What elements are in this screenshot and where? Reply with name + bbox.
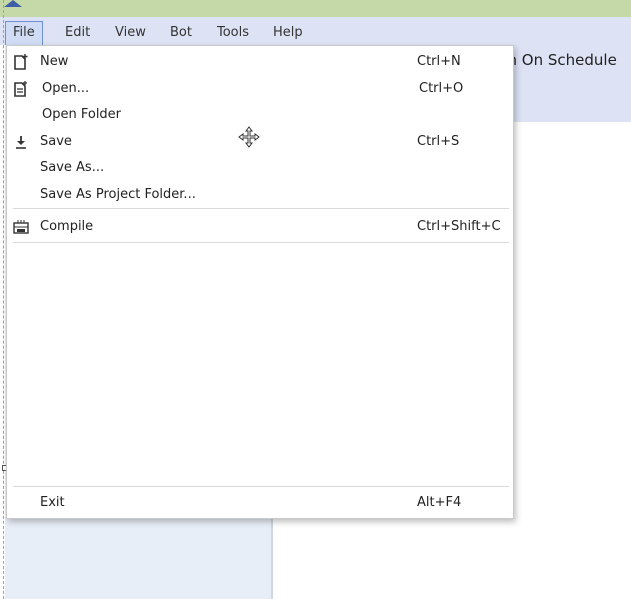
menu-item-open-shortcut: Ctrl+O xyxy=(419,81,464,96)
menu-help[interactable]: Help xyxy=(266,22,310,44)
menu-bar: File Edit View Bot Tools Help xyxy=(0,17,631,45)
menu-separator xyxy=(13,242,509,243)
menu-item-save-as-project-folder[interactable]: Save As Project Folder... xyxy=(7,183,513,207)
menu-item-save-as-label: Save As... xyxy=(40,160,105,175)
menu-view[interactable]: View xyxy=(108,22,153,44)
menu-item-new-shortcut: Ctrl+N xyxy=(417,54,461,69)
menu-item-exit-label: Exit xyxy=(40,495,65,510)
file-menu-dropdown: New Ctrl+N Open... Ctrl+O Open Folder Sa… xyxy=(6,45,514,519)
menu-separator xyxy=(13,486,509,487)
title-bar xyxy=(0,0,631,17)
menu-separator xyxy=(13,208,509,209)
menu-bot[interactable]: Bot xyxy=(163,22,199,44)
menu-item-compile-shortcut: Ctrl+Shift+C xyxy=(417,219,501,234)
menu-item-new-label: New xyxy=(40,54,69,69)
selection-guide xyxy=(3,0,4,599)
menu-item-open[interactable]: Open... Ctrl+O xyxy=(7,77,513,101)
menu-item-save-as[interactable]: Save As... xyxy=(7,156,513,180)
menu-item-save-label: Save xyxy=(40,134,72,149)
menu-item-compile-label: Compile xyxy=(40,219,94,234)
menu-item-exit[interactable]: Exit Alt+F4 xyxy=(7,491,513,515)
menu-tools[interactable]: Tools xyxy=(210,22,256,44)
move-cursor-icon xyxy=(238,126,260,148)
menu-item-save-shortcut: Ctrl+S xyxy=(417,134,460,149)
menu-item-open-folder[interactable]: Open Folder xyxy=(7,103,513,127)
menu-item-open-label: Open... xyxy=(42,81,90,96)
new-file-icon xyxy=(12,54,30,70)
menu-item-exit-shortcut: Alt+F4 xyxy=(417,495,462,510)
menu-file[interactable]: File xyxy=(5,21,43,45)
menu-item-new[interactable]: New Ctrl+N xyxy=(7,50,513,74)
save-download-icon xyxy=(12,134,30,150)
open-file-icon xyxy=(12,81,30,97)
menu-item-compile[interactable]: Compile Ctrl+Shift+C xyxy=(7,215,513,239)
compile-icon xyxy=(12,219,30,235)
menu-item-save-as-project-folder-label: Save As Project Folder... xyxy=(40,187,196,202)
menu-item-save[interactable]: Save Ctrl+S xyxy=(7,130,513,154)
menu-edit[interactable]: Edit xyxy=(58,22,97,44)
menu-item-open-folder-label: Open Folder xyxy=(42,107,122,122)
app-icon xyxy=(4,0,22,7)
run-on-schedule-button[interactable]: un On Schedule xyxy=(498,51,617,69)
